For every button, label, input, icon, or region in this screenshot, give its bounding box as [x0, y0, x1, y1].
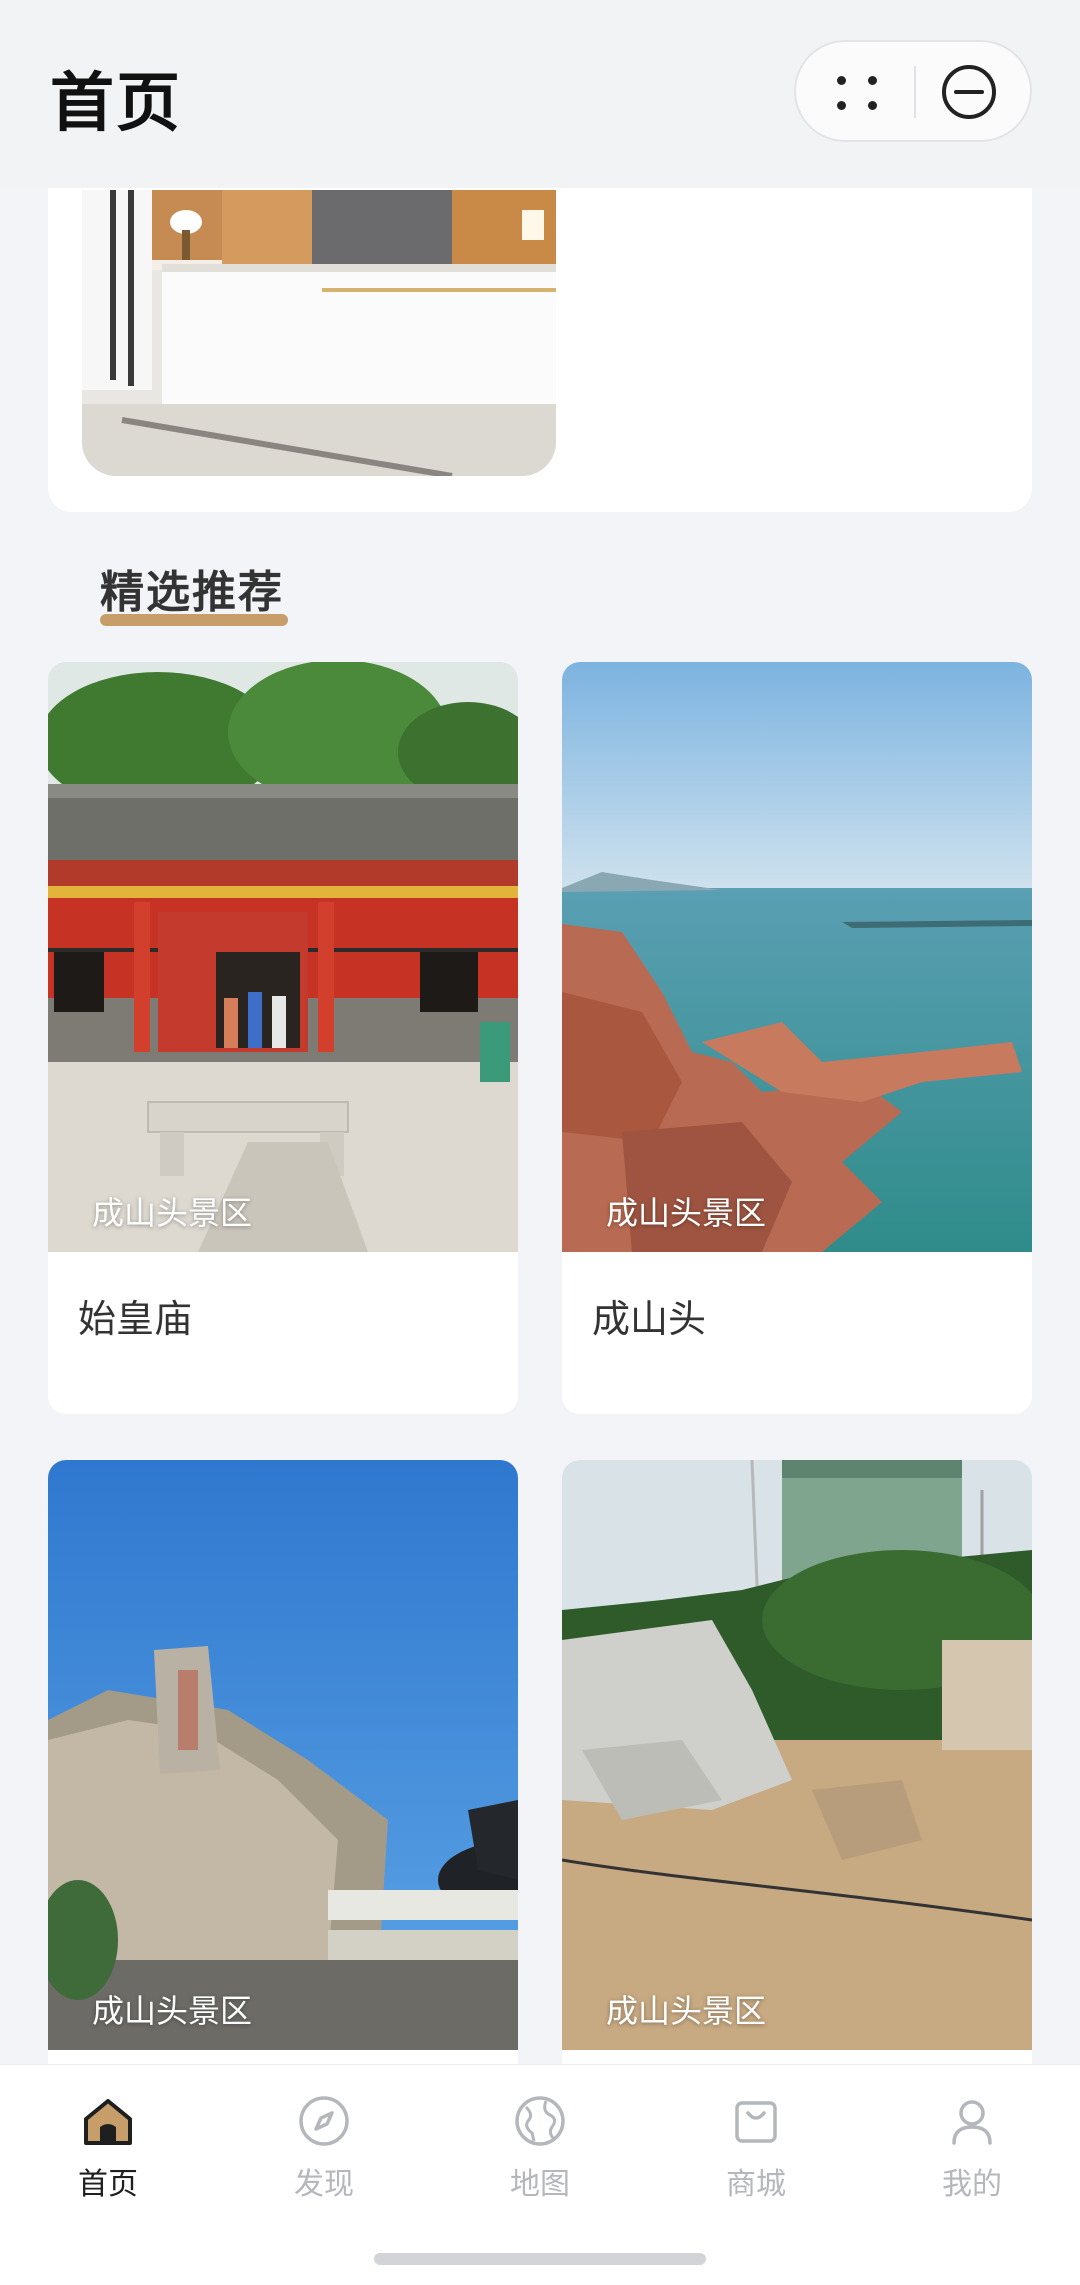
top-navigation-bar: 首页	[0, 0, 1080, 188]
page-title: 首页	[50, 67, 182, 141]
tab-map[interactable]: 地图	[470, 2093, 610, 2203]
attraction-area-label: 成山头景区	[92, 1992, 253, 2030]
tab-label: 我的	[942, 2167, 1002, 2202]
attraction-area-label: 成山头景区	[606, 1992, 767, 2030]
tab-discover[interactable]: 发现	[254, 2093, 394, 2203]
attraction-card-shihuang-temple[interactable]: 成山头景区 始皇庙	[48, 662, 518, 1414]
home-indicator[interactable]	[374, 2253, 706, 2265]
attraction-card-chengshantou[interactable]: 成山头景区 成山头	[562, 662, 1032, 1414]
section-title-underline	[100, 614, 288, 626]
tab-label: 地图	[510, 2167, 570, 2202]
attraction-photo	[48, 1460, 518, 2050]
minimize-button[interactable]	[916, 42, 1034, 140]
user-icon	[952, 2100, 992, 2145]
attraction-photo	[562, 662, 1032, 1252]
attraction-photo	[48, 662, 518, 1252]
attraction-area-label: 成山头景区	[606, 1194, 767, 1232]
tab-label: 商城	[726, 2167, 786, 2202]
minus-circle-icon	[942, 65, 996, 119]
attraction-name: 成山头	[592, 1297, 707, 1341]
bottom-tab-bar: 首页 发现 地图 商城 我的	[0, 2064, 1080, 2285]
compass-icon	[299, 2096, 349, 2146]
mini-program-capsule	[794, 40, 1032, 142]
hotel-card[interactable]	[48, 140, 1032, 512]
tab-label: 首页	[78, 2167, 138, 2202]
attraction-card-4[interactable]: 成山头景区	[562, 1460, 1032, 2100]
attraction-card-3[interactable]: 成山头景区	[48, 1460, 518, 2100]
tab-mine[interactable]: 我的	[902, 2093, 1042, 2203]
attraction-area-label: 成山头景区	[92, 1194, 253, 1232]
attraction-name: 始皇庙	[78, 1297, 193, 1341]
shopping-bag-icon	[735, 2101, 777, 2143]
more-dots-icon	[837, 76, 877, 110]
more-options-button[interactable]	[796, 42, 914, 140]
hotel-lobby-image	[82, 190, 556, 476]
tab-home[interactable]: 首页	[38, 2093, 178, 2203]
attraction-photo	[562, 1460, 1032, 2050]
tab-mall[interactable]: 商城	[686, 2093, 826, 2203]
section-title: 精选推荐	[100, 567, 284, 618]
tab-label: 发现	[294, 2167, 354, 2202]
globe-icon	[515, 2096, 565, 2146]
home-icon	[84, 2099, 132, 2145]
